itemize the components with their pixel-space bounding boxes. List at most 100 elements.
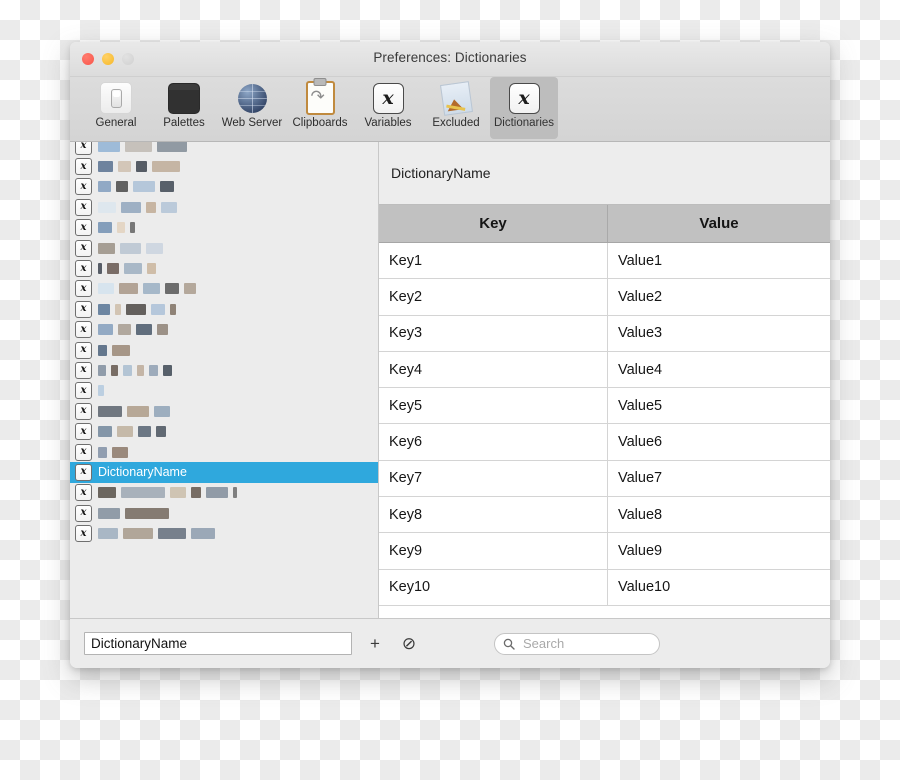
toolbar-tab-label: Palettes <box>163 117 205 129</box>
toolbar-tab-web-server[interactable]: Web Server <box>218 77 286 139</box>
toolbar-tab-variables[interactable]: x Variables <box>354 77 422 139</box>
dictionary-list-item[interactable]: x <box>70 177 378 197</box>
dictionary-list-item[interactable]: x <box>70 421 378 441</box>
cell-value[interactable]: Value5 <box>608 388 830 423</box>
cell-key[interactable]: Key4 <box>379 351 608 388</box>
dictionary-list-item-label: DictionaryName <box>98 465 187 480</box>
cell-value[interactable]: Value4 <box>608 352 830 387</box>
cell-key[interactable]: Key6 <box>379 424 608 460</box>
redacted-label <box>98 201 177 213</box>
table-row[interactable]: Key9 Value9 <box>379 533 830 570</box>
table-row[interactable]: Key6 Value6 <box>379 424 830 461</box>
dictionary-list-item[interactable]: x <box>70 340 378 360</box>
column-header-key[interactable]: Key <box>379 205 608 242</box>
cell-value[interactable]: Value10 <box>608 570 830 605</box>
cell-value[interactable]: Value1 <box>608 243 830 278</box>
script-x-icon: x <box>75 198 92 216</box>
toolbar-tab-general[interactable]: General <box>82 77 150 139</box>
dictionary-list-sidebar[interactable]: x x x x x x x x x x x x x x x x x DictionaryName x x x <box>70 142 379 618</box>
dictionary-detail-pane: DictionaryName Key Value Key1 Value1 Key2 V… <box>379 142 830 618</box>
redacted-label <box>98 263 156 275</box>
dictionary-list-item[interactable]: x <box>70 381 378 401</box>
cell-key[interactable]: Key1 <box>379 243 608 279</box>
table-row[interactable]: Key3 Value3 <box>379 315 830 352</box>
cell-value[interactable]: Value2 <box>608 279 830 314</box>
column-header-value[interactable]: Value <box>608 205 830 242</box>
dictionary-list-item[interactable]: x <box>70 360 378 380</box>
app-tilted-icon <box>424 80 488 116</box>
footer-toolbar: + ⊘ <box>70 618 830 668</box>
add-dictionary-button[interactable]: + <box>364 633 386 655</box>
disable-dictionary-button[interactable]: ⊘ <box>398 633 420 655</box>
script-x-icon: x <box>75 341 92 359</box>
cell-value[interactable]: Value3 <box>608 316 830 351</box>
table-row[interactable]: Key1 Value1 <box>379 243 830 280</box>
table-row[interactable]: Key2 Value2 <box>379 279 830 316</box>
cell-value[interactable]: Value8 <box>608 497 830 532</box>
cell-key[interactable]: Key5 <box>379 388 608 424</box>
script-x-icon: x <box>75 239 92 257</box>
script-x-icon: x <box>75 300 92 318</box>
script-x-icon: x <box>75 463 92 481</box>
key-value-table: Key1 Value1 Key2 Value2 Key3 Value3 Key4 Value4… <box>379 243 830 618</box>
search-field[interactable] <box>494 632 701 655</box>
detail-header: DictionaryName <box>379 142 830 205</box>
toolbar-tab-label: Dictionaries <box>493 117 555 129</box>
table-row[interactable]: Key10 Value10 <box>379 569 830 606</box>
dictionary-name-input[interactable] <box>84 632 352 655</box>
table-row[interactable]: Key7 Value7 <box>379 460 830 498</box>
table-row[interactable]: Key8 Value8 <box>379 497 830 534</box>
redacted-label <box>98 507 169 519</box>
script-x-icon: x <box>75 142 92 155</box>
cell-key[interactable]: Key7 <box>379 460 608 497</box>
dictionary-list-item[interactable]: x <box>70 258 378 278</box>
dictionary-list-item[interactable]: x <box>70 523 378 543</box>
redacted-label <box>98 142 187 152</box>
redacted-label <box>98 385 104 397</box>
preferences-window: Preferences: Dictionaries General Palette… <box>70 42 830 668</box>
cell-value[interactable]: Value9 <box>608 533 830 568</box>
toolbar-tab-label: Clipboards <box>292 117 348 129</box>
cell-key[interactable]: Key9 <box>379 533 608 569</box>
redacted-label <box>98 446 128 458</box>
dictionary-list-item[interactable]: x <box>70 503 378 523</box>
script-x-icon: x <box>75 219 92 237</box>
dictionary-list-item[interactable]: x <box>70 156 378 176</box>
toolbar-tab-dictionaries[interactable]: x Dictionaries <box>490 77 558 139</box>
redacted-label <box>98 487 237 499</box>
toolbar-tab-palettes[interactable]: Palettes <box>150 77 218 139</box>
dictionary-list-item[interactable]: x <box>70 483 378 503</box>
dictionary-list-item[interactable]: x <box>70 197 378 217</box>
cell-key[interactable]: Key8 <box>379 497 608 533</box>
redacted-label <box>98 283 196 295</box>
dictionary-list-item[interactable]: x DictionaryName <box>70 462 378 483</box>
dictionary-list-item[interactable]: x <box>70 320 378 340</box>
dictionary-list: x x x x x x x x x x x x x x x x x DictionaryName x x x <box>70 142 378 544</box>
dictionary-list-item[interactable]: x <box>70 142 378 156</box>
window-title: Preferences: Dictionaries <box>373 50 527 65</box>
cell-value[interactable]: Value7 <box>608 461 830 496</box>
dictionary-list-item[interactable]: x <box>70 238 378 258</box>
cell-key[interactable]: Key10 <box>379 569 608 605</box>
dictionary-name-heading: DictionaryName <box>391 165 491 181</box>
cell-key[interactable]: Key2 <box>379 279 608 315</box>
cell-key[interactable]: Key3 <box>379 315 608 351</box>
redacted-label <box>98 303 176 315</box>
dictionary-list-item[interactable]: x <box>70 218 378 238</box>
toolbar-tab-excluded[interactable]: Excluded <box>422 77 490 139</box>
dictionary-list-item[interactable]: x <box>70 401 378 421</box>
toolbar-tab-label: General <box>95 117 137 129</box>
script-x-icon: x <box>75 321 92 339</box>
dictionary-list-item[interactable]: x <box>70 299 378 319</box>
dictionary-list-item[interactable]: x <box>70 279 378 299</box>
toolbar-tab-label: Web Server <box>221 117 283 129</box>
toolbar-tab-clipboards[interactable]: Clipboards <box>286 77 354 139</box>
search-input[interactable] <box>521 635 701 652</box>
cell-value[interactable]: Value6 <box>608 424 830 459</box>
redacted-label <box>98 364 172 376</box>
table-row[interactable]: Key5 Value5 <box>379 388 830 425</box>
table-row[interactable]: Key4 Value4 <box>379 351 830 389</box>
dictionary-list-item[interactable]: x <box>70 442 378 462</box>
window-titlebar: Preferences: Dictionaries <box>70 42 830 77</box>
redacted-label <box>98 324 168 336</box>
